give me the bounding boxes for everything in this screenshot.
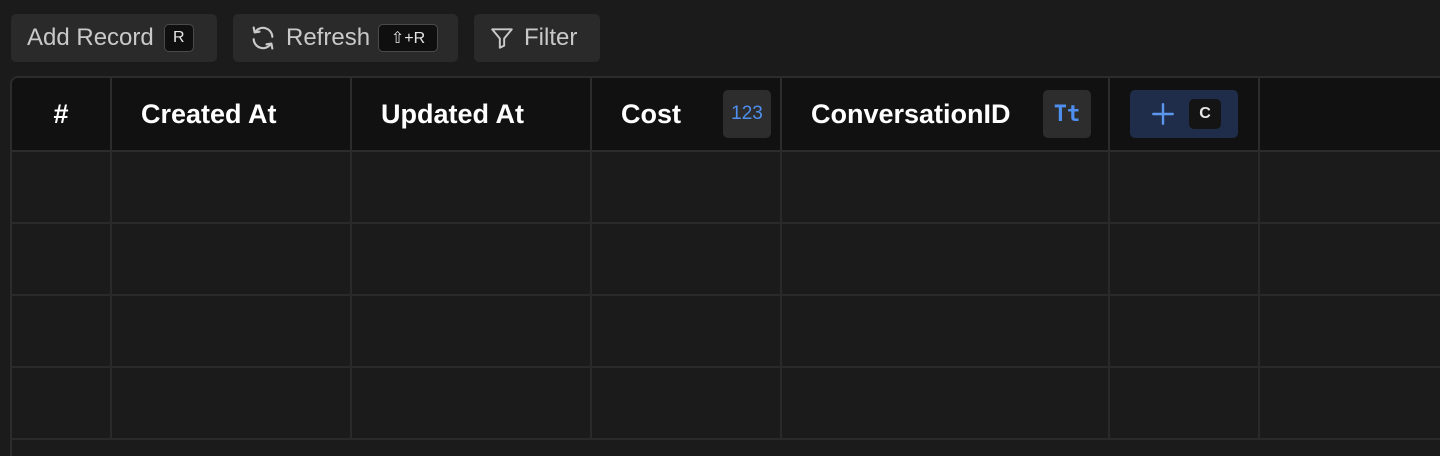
table-cell[interactable] [590,152,782,222]
table-cell[interactable] [590,296,782,366]
table-row[interactable] [12,368,1440,440]
refresh-button[interactable]: Refresh ⇧+R [233,14,458,62]
table-header: # Created At Updated At Cost 123 Convers… [12,78,1440,152]
table-row[interactable] [12,224,1440,296]
column-header-label: ConversationID [811,98,1011,129]
table-cell [1108,224,1260,294]
table-cell[interactable] [110,368,352,438]
table-cell[interactable] [110,152,352,222]
plus-icon [1150,101,1176,127]
text-type-icon: Tt [1043,90,1091,138]
table-cell[interactable] [12,296,112,366]
table-cell[interactable] [780,224,1110,294]
add-record-label: Add Record [27,24,154,51]
table-cell[interactable] [350,368,592,438]
toolbar: Add Record R Refresh ⇧+R Filter [0,0,1440,76]
table-row[interactable] [12,296,1440,368]
column-header-conversation-id[interactable]: ConversationID Tt [780,78,1110,150]
column-header-number[interactable]: # [12,78,112,150]
table-cell[interactable] [350,224,592,294]
table-cell[interactable] [780,152,1110,222]
table-cell[interactable] [780,296,1110,366]
data-grid: # Created At Updated At Cost 123 Convers… [10,76,1440,456]
column-header-label: Created At [141,98,277,129]
table-cell [1108,296,1260,366]
table-cell[interactable] [350,152,592,222]
table-row[interactable] [12,152,1440,224]
filter-label: Filter [524,24,578,51]
add-column-button[interactable]: C [1130,90,1238,138]
column-header-cost[interactable]: Cost 123 [590,78,782,150]
filter-button[interactable]: Filter [474,14,600,62]
add-column-cell: C [1108,78,1260,150]
column-header-created-at[interactable]: Created At [110,78,352,150]
filter-icon [489,25,515,51]
column-header-label: Updated At [381,98,524,129]
table-cell[interactable] [780,368,1110,438]
refresh-icon [249,24,277,52]
table-cell[interactable] [12,368,112,438]
add-record-shortcut: R [163,24,194,52]
table-cell[interactable] [110,224,352,294]
table-cell[interactable] [12,152,112,222]
table-cell [1108,368,1260,438]
column-header-updated-at[interactable]: Updated At [350,78,592,150]
add-record-button[interactable]: Add Record R [11,14,217,62]
number-type-icon: 123 [723,90,771,138]
table-cell[interactable] [590,224,782,294]
table-cell[interactable] [350,296,592,366]
refresh-shortcut: ⇧+R [378,24,439,52]
table-cell[interactable] [12,224,112,294]
column-header-label: Cost [621,98,681,129]
table-cell[interactable] [590,368,782,438]
refresh-label: Refresh [286,24,371,51]
table-cell [1108,152,1260,222]
column-header-label: # [53,98,69,129]
add-column-shortcut: C [1189,99,1221,129]
table-cell[interactable] [110,296,352,366]
